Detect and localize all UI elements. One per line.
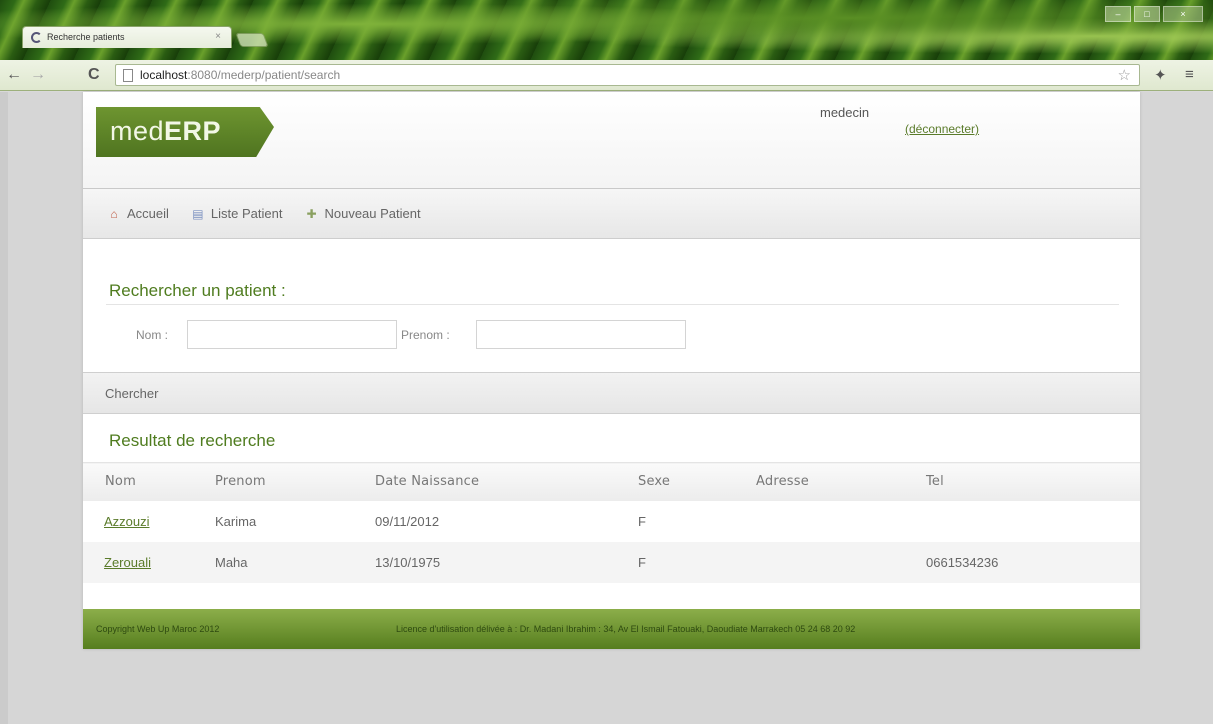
forward-arrow-icon[interactable]: → <box>30 66 46 84</box>
results-table: Nom Prenom Date Naissance Sexe Adresse T… <box>83 462 1140 583</box>
cell-tel <box>926 501 1140 542</box>
cell-adresse <box>756 541 926 583</box>
cell-prenom: Maha <box>215 541 375 583</box>
tab-title: Recherche patients <box>47 32 125 42</box>
home-icon: ⌂ <box>110 206 118 221</box>
tab-close-icon[interactable]: × <box>215 31 221 42</box>
search-form: Rechercher un patient : Nom : Prenom : <box>83 239 1140 372</box>
cell-date: 09/11/2012 <box>375 513 440 529</box>
back-arrow-icon[interactable]: ← <box>6 66 22 84</box>
browser-tab[interactable]: Recherche patients × <box>22 26 232 48</box>
loading-icon <box>31 32 42 43</box>
search-title: Rechercher un patient : <box>109 281 286 300</box>
nom-input[interactable] <box>187 320 397 349</box>
column-header-adresse: Adresse <box>756 462 926 501</box>
url-host: localhost <box>140 68 188 82</box>
column-header-sexe: Sexe <box>638 462 756 501</box>
current-user: medecin <box>820 105 870 120</box>
prenom-label: Prenom : <box>401 328 450 342</box>
list-icon: ▤ <box>192 206 204 221</box>
menu-item-nouveau-patient[interactable]: ✚ Nouveau Patient <box>304 206 420 221</box>
page-icon <box>123 69 133 82</box>
address-bar[interactable]: localhost:8080/mederp/patient/search ☆ <box>115 64 1140 86</box>
new-tab-button[interactable] <box>235 33 269 47</box>
menu-item-label: Nouveau Patient <box>324 206 421 221</box>
patient-link[interactable]: Azzouzi <box>104 514 150 529</box>
results-section: Resultat de recherche Nom Prenom Date Na… <box>83 414 1140 609</box>
bookmark-star-icon[interactable]: ☆ <box>1118 66 1131 84</box>
main-menu: ⌂ Accueil ▤ Liste Patient ✚ Nouveau Pati… <box>83 189 1140 239</box>
browser-titlebar: Recherche patients × – □ × <box>0 0 1213 60</box>
left-edge <box>0 92 8 724</box>
cell-nom: Azzouzi <box>83 501 215 542</box>
cell-sexe: F <box>638 513 646 529</box>
minimize-button[interactable]: – <box>1105 6 1131 22</box>
patient-link[interactable]: Zerouali <box>104 555 151 570</box>
url-path: :8080/mederp/patient/search <box>187 68 341 82</box>
column-header-tel: Tel <box>926 462 1140 501</box>
prenom-input[interactable] <box>476 320 686 349</box>
table-header-row: Nom Prenom Date Naissance Sexe Adresse T… <box>83 462 1140 501</box>
column-header-nom: Nom <box>83 462 215 501</box>
cell-prenom: Karima <box>215 513 257 529</box>
app-container: medERP medecin (déconnecter) ⌂ Accueil ▤… <box>83 92 1140 649</box>
reload-icon[interactable]: C <box>88 66 100 84</box>
logo-light-text: med <box>110 116 165 146</box>
app-header: medERP medecin (déconnecter) <box>83 92 1140 189</box>
results-title: Resultat de recherche <box>109 431 276 450</box>
page-viewport: medERP medecin (déconnecter) ⌂ Accueil ▤… <box>0 92 1213 724</box>
browser-toolbar: ← → C localhost:8080/mederp/patient/sear… <box>0 60 1213 91</box>
nom-label: Nom : <box>136 328 169 342</box>
search-action-bar: Chercher <box>83 372 1140 414</box>
extension-icon[interactable]: ✦ <box>1154 66 1167 84</box>
cell-adresse <box>756 501 926 542</box>
logo: medERP <box>96 107 274 157</box>
cell-sexe: F <box>638 541 756 583</box>
logo-bold-text: ERP <box>164 116 222 146</box>
close-window-button[interactable]: × <box>1163 6 1203 22</box>
menu-item-liste-patient[interactable]: ▤ Liste Patient <box>191 206 283 221</box>
license-text: Licence d'utilisation délivée à : Dr. Ma… <box>396 624 856 634</box>
logout-link[interactable]: (déconnecter) <box>905 122 979 136</box>
cell-date: 13/10/1975 <box>375 541 638 583</box>
table-row: Zerouali Maha 13/10/1975 F 0661534236 <box>83 541 1140 583</box>
menu-item-label: Accueil <box>127 206 169 221</box>
maximize-button[interactable]: □ <box>1134 6 1160 22</box>
table-row: Azzouzi Karima 09/11/2012 F <box>83 501 1140 542</box>
chercher-button[interactable]: Chercher <box>105 386 158 401</box>
column-header-prenom: Prenom <box>215 462 375 501</box>
menu-icon[interactable]: ≡ <box>1185 66 1194 83</box>
window-controls: – □ × <box>1105 6 1203 22</box>
menu-item-label: Liste Patient <box>210 206 283 221</box>
app-footer: Copyright Web Up Maroc 2012 Licence d'ut… <box>83 609 1140 649</box>
column-header-date-naissance: Date Naissance <box>375 462 638 501</box>
menu-item-accueil[interactable]: ⌂ Accueil <box>107 206 169 221</box>
new-patient-icon: ✚ <box>306 206 317 221</box>
copyright-text: Copyright Web Up Maroc 2012 <box>96 624 220 634</box>
cell-tel: 0661534236 <box>926 541 1140 583</box>
cell-nom: Zerouali <box>83 541 215 583</box>
divider <box>106 304 1119 305</box>
